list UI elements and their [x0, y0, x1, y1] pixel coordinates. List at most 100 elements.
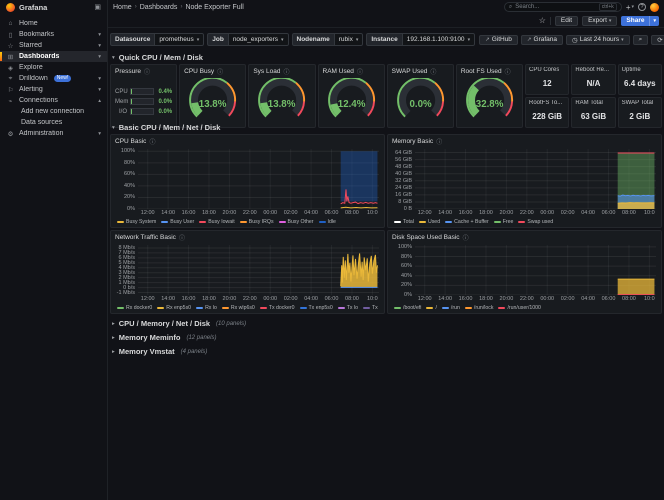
panel-header[interactable]: Disk Space Used Basic ⓘ — [388, 231, 661, 244]
info-icon[interactable]: ⓘ — [179, 233, 185, 242]
dashboard-row-cpu-memory-net-disk[interactable]: ▸ CPU / Memory / Net / Disk (10 panels) — [108, 317, 664, 330]
info-icon[interactable]: ⓘ — [430, 67, 436, 76]
sidebar-item-add-new-connection[interactable]: Add new connection — [0, 106, 107, 117]
sidebar-item-home[interactable]: ⌂ Home — [0, 18, 107, 29]
sidebar-item-connections[interactable]: ⌁ Connections ▴ — [0, 95, 107, 106]
favorite-star-icon[interactable]: ☆ — [539, 16, 546, 25]
share-button[interactable]: Share ▾ — [621, 16, 659, 26]
legend-item[interactable]: Busy Other — [279, 219, 314, 225]
legend-item[interactable]: /run — [442, 305, 460, 311]
legend-item[interactable]: Rx docker0 — [117, 305, 152, 311]
legend-item[interactable]: Rx lo — [196, 305, 217, 311]
panel-header[interactable]: RAM Total — [572, 98, 614, 108]
chart-panel-disk-space-used-basic: Disk Space Used Basic ⓘ 0%20%40%60%80%10… — [387, 230, 662, 314]
sidebar-item-data-sources[interactable]: Data sources — [0, 117, 107, 128]
x-tick: 16:00 — [459, 210, 473, 216]
gauge-panel-ram-used: RAM Used ⓘ 12.4% — [318, 64, 385, 128]
breadcrumb-item[interactable]: Dashboards — [140, 4, 178, 11]
dock-sidebar-icon[interactable]: ▣ — [94, 3, 101, 11]
template-variable[interactable]: Nodename rubix ▾ — [292, 33, 364, 46]
panel-header[interactable]: Uptime — [619, 65, 661, 75]
legend-item[interactable]: Tx enp5s0 — [300, 305, 333, 311]
help-icon[interactable]: ? — [638, 3, 646, 11]
plot-area — [138, 149, 379, 209]
export-button[interactable]: Export ▾ — [582, 16, 617, 26]
user-avatar[interactable] — [650, 3, 659, 12]
section-header-quick[interactable]: ▾ Quick CPU / Mem / Disk — [108, 50, 664, 64]
legend-item[interactable]: Busy User — [161, 219, 194, 225]
info-icon[interactable]: ⓘ — [144, 67, 150, 76]
dashboard-row-memory-meminfo[interactable]: ▸ Memory Meminfo (12 panels) — [108, 331, 664, 344]
sidebar-item-drilldown[interactable]: ⌖ Drilldown New! ▾ — [0, 73, 107, 84]
section-header-basic[interactable]: ▾ Basic CPU / Mem / Net / Disk — [108, 120, 664, 134]
sidebar-item-bookmarks[interactable]: ▯ Bookmarks ▾ — [0, 29, 107, 40]
info-icon[interactable]: ⓘ — [149, 137, 155, 146]
legend-item[interactable]: /boot/efi — [394, 305, 421, 311]
legend-item[interactable]: Cache + Buffer — [445, 219, 489, 225]
dashboard-row-memory-vmstat[interactable]: ▸ Memory Vmstat (4 panels) — [108, 345, 664, 358]
info-icon[interactable]: ⓘ — [463, 233, 469, 242]
breadcrumb-item[interactable]: Node Exporter Full — [185, 4, 243, 11]
panel-header[interactable]: Root FS Used ⓘ — [457, 65, 522, 78]
variable-value-dropdown[interactable]: rubix ▾ — [334, 33, 364, 46]
legend-item[interactable]: /run/lock — [465, 305, 494, 311]
info-icon[interactable]: ⓘ — [436, 137, 442, 146]
template-variable[interactable]: Datasource prometheus ▾ — [110, 33, 204, 46]
sidebar-item-starred[interactable]: ☆ Starred ▾ — [0, 40, 107, 51]
template-variable[interactable]: Job node_exporters ▾ — [207, 33, 288, 46]
legend-item[interactable]: / — [426, 305, 436, 311]
panel-header[interactable]: Sys Load ⓘ — [249, 65, 314, 78]
panel-header[interactable]: Memory Basic ⓘ — [388, 135, 661, 148]
panel-header[interactable]: CPU Busy ⓘ — [180, 65, 245, 78]
panel-header[interactable]: RootFS To... — [526, 98, 568, 108]
info-icon[interactable]: ⓘ — [357, 67, 363, 76]
legend-item[interactable]: Tx docker0 — [260, 305, 295, 311]
legend-item[interactable]: Swap used — [518, 219, 553, 225]
info-icon[interactable]: ⓘ — [283, 67, 289, 76]
panel-header[interactable]: Reboot Re... — [572, 65, 614, 75]
panel-header[interactable]: CPU Cores — [526, 65, 568, 75]
add-new-button[interactable]: + ▾ — [626, 3, 634, 12]
legend-item[interactable]: Used — [419, 219, 440, 225]
legend-item[interactable]: Total — [394, 219, 414, 225]
legend-item[interactable]: Tx lo — [338, 305, 358, 311]
template-variable[interactable]: Instance 192.168.1.100:9100 ▾ — [366, 33, 475, 46]
breadcrumb-separator: › — [135, 4, 137, 10]
sidebar-item-administration[interactable]: ⚙ Administration ▾ — [0, 128, 107, 139]
variable-value-dropdown[interactable]: node_exporters ▾ — [228, 33, 289, 46]
chart-legend: Total Used Cache + Buffer Free Swap used — [388, 217, 656, 227]
sidebar-item-explore[interactable]: ◈ Explore — [0, 62, 107, 73]
refresh-button[interactable]: ⟳ Refresh 1m ▾ — [651, 35, 664, 45]
panel-header[interactable]: CPU Basic ⓘ — [111, 135, 384, 148]
legend-color-dash — [260, 307, 267, 309]
zoom-out-button[interactable]: ⌕ — [633, 35, 649, 45]
search-input[interactable]: ⌕ Search... ctrl+k — [504, 2, 622, 12]
variable-value-dropdown[interactable]: prometheus ▾ — [154, 33, 204, 46]
github-link-button[interactable]: ↗ GitHub — [479, 35, 518, 45]
edit-button[interactable]: Edit — [555, 16, 578, 26]
legend-item[interactable]: Tx wlp6s0 — [363, 305, 379, 311]
legend-color-dash — [117, 221, 124, 223]
legend-item[interactable]: Rx enp5s0 — [157, 305, 191, 311]
panel-header[interactable]: Pressure ⓘ — [111, 65, 176, 78]
time-range-picker[interactable]: ◷ Last 24 hours ▾ — [566, 35, 630, 45]
legend-item[interactable]: Rx wlp6s0 — [222, 305, 255, 311]
panel-header[interactable]: SWAP Used ⓘ — [388, 65, 453, 78]
sidebar-item-alerting[interactable]: ⚐ Alerting ▾ — [0, 84, 107, 95]
breadcrumb-item[interactable]: Home — [113, 4, 132, 11]
panel-header[interactable]: Network Traffic Basic ⓘ — [111, 231, 384, 244]
legend-item[interactable]: Busy System — [117, 219, 156, 225]
legend-item[interactable]: Busy Iowait — [199, 219, 235, 225]
info-icon[interactable]: ⓘ — [217, 67, 223, 76]
info-icon[interactable]: ⓘ — [505, 67, 511, 76]
legend-item[interactable]: Idle — [319, 219, 336, 225]
panel-header[interactable]: SWAP Total — [619, 98, 661, 108]
legend-item[interactable]: Free — [494, 219, 514, 225]
panel-header[interactable]: RAM Used ⓘ — [319, 65, 384, 78]
svg-text:13.8%: 13.8% — [268, 99, 296, 110]
legend-item[interactable]: Busy IRQs — [240, 219, 274, 225]
variable-value-dropdown[interactable]: 192.168.1.100:9100 ▾ — [402, 33, 475, 46]
sidebar-item-dashboards[interactable]: ⊞ Dashboards ▾ — [0, 51, 107, 62]
legend-item[interactable]: /run/user/1000 — [498, 305, 540, 311]
grafana-link-button[interactable]: ↗ Grafana — [521, 35, 563, 45]
